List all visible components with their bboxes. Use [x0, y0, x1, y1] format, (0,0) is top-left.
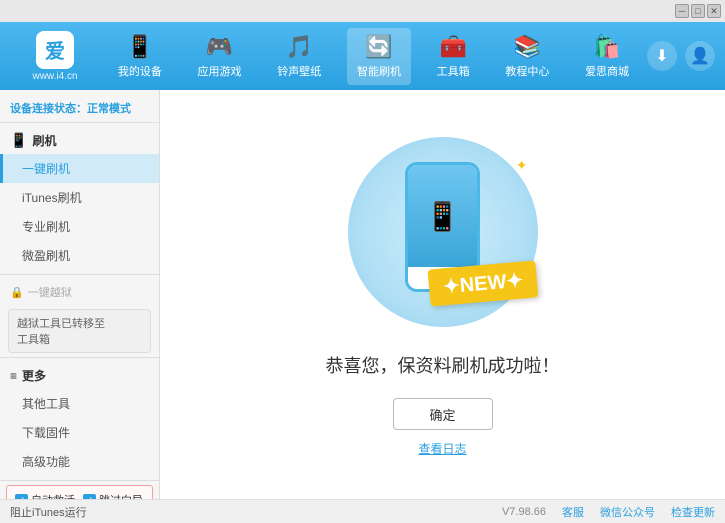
- nav-ringtone-label: 铃声壁纸: [277, 63, 321, 79]
- game-icon: 🎮: [206, 34, 233, 60]
- book-icon: 📚: [514, 34, 541, 60]
- success-illustration: 📱 ✦NEW✦ ✦: [343, 132, 543, 332]
- sidebar-item-save-flash[interactable]: 微盈刷机: [0, 241, 159, 270]
- logo-area: 爱 www.i4.cn: [10, 31, 100, 82]
- close-button[interactable]: ✕: [707, 4, 721, 18]
- nav-my-device[interactable]: 📱 我的设备: [108, 28, 172, 85]
- check-update-link[interactable]: 检查更新: [671, 504, 715, 520]
- download-fw-label: 下载固件: [22, 426, 70, 440]
- status-label: 设备连接状态：: [10, 103, 87, 115]
- minimize-button[interactable]: ─: [675, 4, 689, 18]
- sidebar-checkboxes: ✓ 自动救活 ✓ 跳过向导: [6, 485, 153, 499]
- other-tools-label: 其他工具: [22, 397, 70, 411]
- customer-service-link[interactable]: 客服: [562, 504, 584, 520]
- one-key-flash-label: 一键刷机: [22, 162, 70, 176]
- auto-rescue-checkbox-item[interactable]: ✓ 自动救活: [15, 492, 75, 499]
- nav-items: 📱 我的设备 🎮 应用游戏 🎵 铃声壁纸 🔄 智能刷机 🧰 工具箱 📚 教程中心…: [100, 28, 647, 85]
- sidebar-notice-jailbreak: 越狱工具已转移至工具箱: [8, 309, 151, 353]
- title-bar: ─ □ ✕: [0, 0, 725, 22]
- sidebar-divider-2: [0, 357, 159, 358]
- grayed-label: 一键越狱: [28, 284, 72, 300]
- sidebar-item-one-key-flash[interactable]: 一键刷机: [0, 154, 159, 183]
- nav-my-device-label: 我的设备: [118, 63, 162, 79]
- sidebar-group-flash: 📱 刷机: [0, 127, 159, 154]
- refresh-icon: 🔄: [365, 34, 392, 60]
- sidebar-item-pro-flash[interactable]: 专业刷机: [0, 212, 159, 241]
- download-button[interactable]: ⬇: [647, 41, 677, 71]
- new-stars: ✦: [516, 157, 528, 174]
- skip-guide-checkbox-item[interactable]: ✓ 跳过向导: [83, 492, 143, 499]
- sidebar-item-download-fw[interactable]: 下载固件: [0, 418, 159, 447]
- shop-icon: 🛍️: [593, 34, 620, 60]
- auto-rescue-checkbox[interactable]: ✓: [15, 494, 28, 500]
- status-bar: 设备连接状态：正常模式: [0, 94, 159, 123]
- sidebar: 设备连接状态：正常模式 📱 刷机 一键刷机 iTunes刷机 专业刷机 微盈刷机…: [0, 90, 160, 499]
- lock-icon: 🔒: [10, 286, 24, 299]
- version-text: V7.98.66: [502, 506, 546, 518]
- view-log-link[interactable]: 查看日志: [418, 440, 466, 457]
- status-value: 正常模式: [87, 103, 131, 115]
- nav-app-game-label: 应用游戏: [198, 63, 242, 79]
- nav-app-game[interactable]: 🎮 应用游戏: [188, 28, 252, 85]
- maximize-button[interactable]: □: [691, 4, 705, 18]
- main-area: 设备连接状态：正常模式 📱 刷机 一键刷机 iTunes刷机 专业刷机 微盈刷机…: [0, 90, 725, 499]
- more-group-icon: ≡: [10, 369, 17, 383]
- bottom-left: 阻止iTunes运行: [10, 504, 87, 520]
- header: 爱 www.i4.cn 📱 我的设备 🎮 应用游戏 🎵 铃声壁纸 🔄 智能刷机 …: [0, 22, 725, 90]
- nav-tmall[interactable]: 🛍️ 爱思商城: [575, 28, 639, 85]
- nav-tmall-label: 爱思商城: [585, 63, 629, 79]
- bottom-right: V7.98.66 客服 微信公众号 检查更新: [502, 504, 715, 520]
- phone-screen: 📱: [408, 165, 477, 267]
- new-banner: ✦NEW✦: [428, 260, 539, 306]
- phone-screen-icon: 📱: [425, 200, 460, 233]
- flash-group-label: 刷机: [32, 132, 56, 149]
- nav-ringtone[interactable]: 🎵 铃声壁纸: [267, 28, 331, 85]
- nav-tutorial-label: 教程中心: [505, 63, 549, 79]
- save-flash-label: 微盈刷机: [22, 249, 70, 263]
- itunes-flash-label: iTunes刷机: [22, 191, 82, 205]
- logo-icon: 爱: [36, 31, 74, 69]
- sidebar-divider-1: [0, 274, 159, 275]
- sidebar-grayed-jailbreak: 🔒 一键越狱: [0, 279, 159, 305]
- sidebar-item-itunes-flash[interactable]: iTunes刷机: [0, 183, 159, 212]
- itunes-bar-label: 阻止iTunes运行: [10, 504, 87, 520]
- user-button[interactable]: 👤: [685, 41, 715, 71]
- skip-guide-label: 跳过向导: [99, 492, 143, 499]
- skip-guide-checkbox[interactable]: ✓: [83, 494, 96, 500]
- sidebar-group-more: ≡ 更多: [0, 362, 159, 389]
- more-group-label: 更多: [22, 367, 46, 384]
- success-text: 恭喜您，保资料刷机成功啦！: [326, 352, 560, 378]
- wechat-link[interactable]: 微信公众号: [600, 504, 655, 520]
- nav-smart-shop-label: 智能刷机: [357, 63, 401, 79]
- sidebar-divider-3: [0, 480, 159, 481]
- nav-toolbox[interactable]: 🧰 工具箱: [427, 28, 480, 85]
- logo-text: www.i4.cn: [32, 71, 77, 82]
- sidebar-item-advanced[interactable]: 高级功能: [0, 447, 159, 476]
- flash-group-icon: 📱: [10, 132, 27, 149]
- pro-flash-label: 专业刷机: [22, 220, 70, 234]
- nav-toolbox-label: 工具箱: [437, 63, 470, 79]
- advanced-label: 高级功能: [22, 455, 70, 469]
- sidebar-item-other-tools[interactable]: 其他工具: [0, 389, 159, 418]
- header-right: ⬇ 👤: [647, 41, 715, 71]
- phone-icon: 📱: [126, 34, 153, 60]
- music-icon: 🎵: [286, 34, 313, 60]
- auto-rescue-label: 自动救活: [31, 492, 75, 499]
- toolbox-icon: 🧰: [439, 34, 466, 60]
- nav-tutorial[interactable]: 📚 教程中心: [495, 28, 559, 85]
- nav-smart-shop[interactable]: 🔄 智能刷机: [347, 28, 411, 85]
- content-area: 📱 ✦NEW✦ ✦ 恭喜您，保资料刷机成功啦！ 确定 查看日志: [160, 90, 725, 499]
- confirm-button[interactable]: 确定: [393, 398, 493, 430]
- bottom-bar: 阻止iTunes运行 V7.98.66 客服 微信公众号 检查更新: [0, 499, 725, 523]
- notice-text: 越狱工具已转移至工具箱: [17, 318, 105, 346]
